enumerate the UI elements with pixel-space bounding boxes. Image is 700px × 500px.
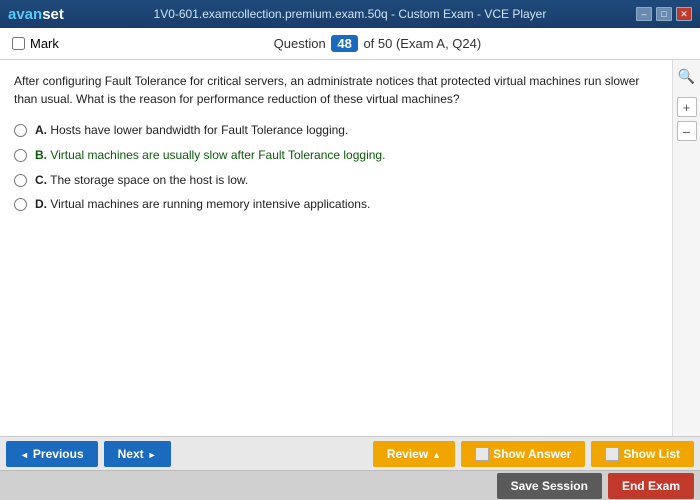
answer-label-b: B. Virtual machines are usually slow aft… <box>35 147 385 164</box>
radio-a[interactable] <box>14 124 27 137</box>
review-arrow-icon <box>432 447 441 461</box>
answer-label-d: D. Virtual machines are running memory i… <box>35 196 370 213</box>
question-label: Question <box>274 36 326 51</box>
answer-letter-a: A. <box>35 123 47 137</box>
logo-text: avanset <box>8 6 64 23</box>
answer-option-c[interactable]: C. The storage space on the host is low. <box>14 172 658 189</box>
mark-label: Mark <box>30 36 59 51</box>
answer-letter-b: B. <box>35 148 47 162</box>
radio-d[interactable] <box>14 198 27 211</box>
end-exam-label: End Exam <box>622 479 680 493</box>
radio-c[interactable] <box>14 174 27 187</box>
window-title: 1V0-601.examcollection.premium.exam.50q … <box>64 7 636 21</box>
search-icon[interactable]: 🔍 <box>678 68 695 85</box>
next-arrow-icon <box>148 447 157 461</box>
maximize-button[interactable]: □ <box>656 7 672 21</box>
show-list-label: Show List <box>623 447 680 461</box>
answer-label-a: A. Hosts have lower bandwidth for Fault … <box>35 122 348 139</box>
answer-text-a: Hosts have lower bandwidth for Fault Tol… <box>50 123 348 137</box>
answer-option-a[interactable]: A. Hosts have lower bandwidth for Fault … <box>14 122 658 139</box>
show-answer-button[interactable]: Show Answer <box>461 441 585 467</box>
prev-arrow-icon <box>20 447 29 461</box>
show-list-button[interactable]: Show List <box>591 441 694 467</box>
next-label: Next <box>118 447 144 461</box>
answer-letter-d: D. <box>35 197 47 211</box>
question-header: Mark Question 48 of 50 (Exam A, Q24) <box>0 28 700 60</box>
answer-text-d: Virtual machines are running memory inte… <box>50 197 370 211</box>
question-of-label: of 50 (Exam A, Q24) <box>363 36 481 51</box>
logo-avan: avan <box>8 6 42 23</box>
save-session-label: Save Session <box>511 479 588 493</box>
answer-text-c: The storage space on the host is low. <box>50 173 248 187</box>
minimize-button[interactable]: – <box>636 7 652 21</box>
nav-bar-primary: Previous Next Review Show Answer Show Li… <box>0 436 700 470</box>
question-number-area: Question 48 of 50 (Exam A, Q24) <box>67 35 688 52</box>
mark-checkbox[interactable]: Mark <box>12 36 59 51</box>
show-answer-label: Show Answer <box>493 447 571 461</box>
answer-option-b[interactable]: B. Virtual machines are usually slow aft… <box>14 147 658 164</box>
question-area: After configuring Fault Tolerance for cr… <box>0 60 672 436</box>
answer-option-d[interactable]: D. Virtual machines are running memory i… <box>14 196 658 213</box>
next-button[interactable]: Next <box>104 441 171 467</box>
title-bar: avanset 1V0-601.examcollection.premium.e… <box>0 0 700 28</box>
logo: avanset <box>8 6 64 23</box>
show-answer-icon <box>475 447 489 461</box>
zoom-out-button[interactable]: – <box>677 121 697 141</box>
answer-letter-c: C. <box>35 173 47 187</box>
save-session-button[interactable]: Save Session <box>497 473 602 499</box>
mark-input[interactable] <box>12 37 25 50</box>
question-text: After configuring Fault Tolerance for cr… <box>14 72 658 108</box>
zoom-in-button[interactable]: + <box>677 97 697 117</box>
previous-button[interactable]: Previous <box>6 441 98 467</box>
answer-text-b: Virtual machines are usually slow after … <box>50 148 385 162</box>
show-list-icon <box>605 447 619 461</box>
main-content: After configuring Fault Tolerance for cr… <box>0 60 700 436</box>
question-number-badge: 48 <box>331 35 357 52</box>
review-button[interactable]: Review <box>373 441 455 467</box>
window-controls: – □ ✕ <box>636 7 692 21</box>
radio-b[interactable] <box>14 149 27 162</box>
logo-set: set <box>42 6 64 23</box>
answer-label-c: C. The storage space on the host is low. <box>35 172 248 189</box>
close-button[interactable]: ✕ <box>676 7 692 21</box>
end-exam-button[interactable]: End Exam <box>608 473 694 499</box>
previous-label: Previous <box>33 447 84 461</box>
review-label: Review <box>387 447 428 461</box>
nav-bar-secondary: Save Session End Exam <box>0 470 700 500</box>
sidebar-tools: 🔍 + – <box>672 60 700 436</box>
